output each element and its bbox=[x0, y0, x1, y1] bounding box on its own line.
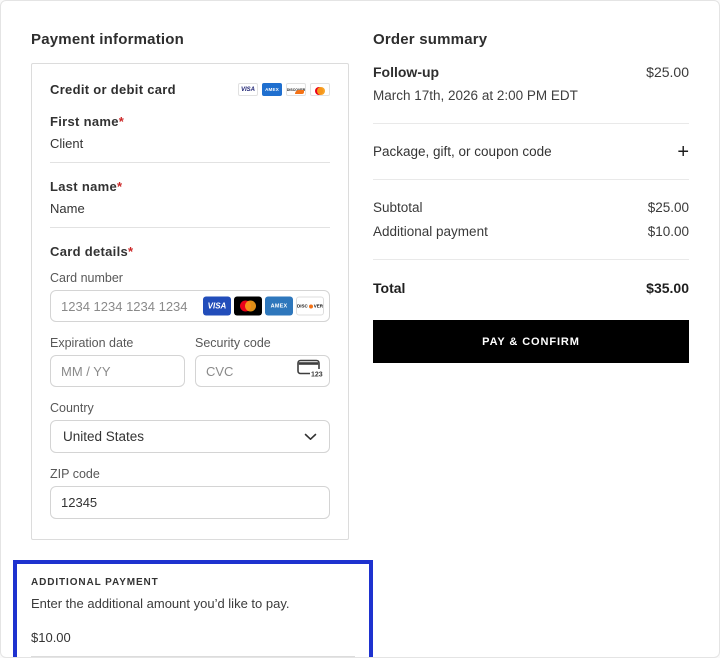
discover-icon: DISCOVER bbox=[286, 83, 306, 96]
additional-payment-heading: ADDITIONAL PAYMENT bbox=[31, 577, 355, 588]
totals-breakdown: Subtotal $25.00 Additional payment $10.0… bbox=[373, 200, 689, 239]
discover-icon: DISCVER bbox=[296, 297, 324, 316]
mastercard-icon bbox=[234, 297, 262, 316]
discover-dot-icon bbox=[309, 304, 313, 308]
order-item-price: $25.00 bbox=[646, 64, 689, 80]
amex-icon: AMEX bbox=[262, 83, 282, 96]
additional-payment-label: Additional payment bbox=[373, 224, 488, 239]
payment-column: Payment information Credit or debit card… bbox=[31, 31, 349, 627]
order-summary-title: Order summary bbox=[373, 31, 689, 48]
coupon-accordion-toggle[interactable]: Package, gift, or coupon code + bbox=[373, 144, 689, 159]
order-item-datetime: March 17th, 2026 at 2:00 PM EDT bbox=[373, 88, 689, 103]
cvc-digits: 123 bbox=[311, 372, 323, 379]
visa-icon: VISA bbox=[238, 83, 258, 96]
card-section-title: Credit or debit card bbox=[50, 82, 176, 97]
visa-icon: VISA bbox=[203, 297, 231, 316]
divider bbox=[373, 179, 689, 180]
subtotal-value: $25.00 bbox=[648, 200, 689, 215]
card-details-header: Card details* bbox=[50, 244, 330, 259]
required-asterisk: * bbox=[119, 114, 124, 129]
subtotal-row: Subtotal $25.00 bbox=[373, 200, 689, 215]
total-value: $35.00 bbox=[646, 280, 689, 296]
first-name-field: First name* bbox=[50, 114, 330, 163]
payment-info-title: Payment information bbox=[31, 31, 349, 48]
additional-payment-section: ADDITIONAL PAYMENT Enter the additional … bbox=[13, 560, 373, 658]
card-details-label: Card details* bbox=[50, 244, 330, 259]
security-code-label: Security code bbox=[195, 336, 330, 350]
first-name-input[interactable] bbox=[50, 136, 330, 163]
plus-icon: + bbox=[677, 145, 689, 159]
order-item-row: Follow-up $25.00 bbox=[373, 64, 689, 80]
chevron-down-icon bbox=[304, 429, 317, 444]
amex-icon: AMEX bbox=[265, 297, 293, 316]
expiration-label: Expiration date bbox=[50, 336, 185, 350]
divider bbox=[373, 259, 689, 260]
mastercard-icon bbox=[310, 83, 330, 96]
first-name-label: First name* bbox=[50, 114, 330, 129]
accepted-card-brands: VISA AMEX DISCOVER bbox=[238, 83, 330, 96]
required-asterisk: * bbox=[117, 179, 122, 194]
zip-field: ZIP code bbox=[50, 467, 330, 519]
card-number-field: Card number VISA AMEX DISCVER bbox=[50, 271, 330, 322]
last-name-label: Last name* bbox=[50, 179, 330, 194]
additional-amount-input[interactable] bbox=[31, 630, 355, 657]
zip-input[interactable] bbox=[50, 486, 330, 519]
zip-label: ZIP code bbox=[50, 467, 330, 481]
pay-confirm-button[interactable]: PAY & CONFIRM bbox=[373, 320, 689, 363]
divider bbox=[373, 123, 689, 124]
cvc-card-icon: 123 bbox=[297, 359, 323, 383]
order-item-name: Follow-up bbox=[373, 64, 439, 80]
required-asterisk: * bbox=[128, 244, 133, 259]
order-summary-column: Order summary Follow-up $25.00 March 17t… bbox=[373, 31, 689, 627]
card-form: Credit or debit card VISA AMEX DISCOVER … bbox=[31, 63, 349, 540]
country-label: Country bbox=[50, 401, 330, 415]
checkout-page: Payment information Credit or debit card… bbox=[0, 0, 720, 658]
country-field: Country United States bbox=[50, 401, 330, 453]
additional-payment-row: Additional payment $10.00 bbox=[373, 224, 689, 239]
total-label: Total bbox=[373, 280, 405, 296]
card-number-label: Card number bbox=[50, 271, 330, 285]
additional-payment-value: $10.00 bbox=[648, 224, 689, 239]
country-select[interactable]: United States bbox=[50, 420, 330, 453]
expiration-input[interactable] bbox=[50, 355, 185, 387]
country-selected-value: United States bbox=[63, 429, 144, 444]
card-form-header: Credit or debit card VISA AMEX DISCOVER bbox=[50, 82, 330, 97]
coupon-label: Package, gift, or coupon code bbox=[373, 144, 552, 159]
total-row: Total $35.00 bbox=[373, 280, 689, 296]
last-name-field: Last name* bbox=[50, 179, 330, 228]
security-code-field: Security code 123 bbox=[195, 336, 330, 387]
additional-payment-description: Enter the additional amount you’d like t… bbox=[31, 596, 355, 611]
subtotal-label: Subtotal bbox=[373, 200, 423, 215]
last-name-input[interactable] bbox=[50, 201, 330, 228]
card-brand-badges: VISA AMEX DISCVER bbox=[203, 297, 324, 316]
expiration-field: Expiration date bbox=[50, 336, 185, 387]
